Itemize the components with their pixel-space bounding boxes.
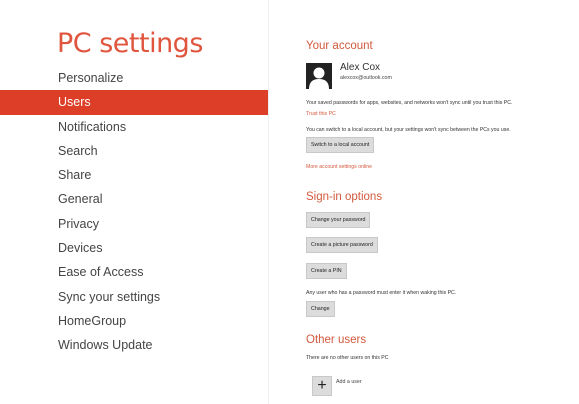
trust-pc-link[interactable]: Trust this PC xyxy=(306,111,336,117)
your-account-heading: Your account xyxy=(306,40,373,52)
trust-notice: Your saved passwords for apps, websites,… xyxy=(306,100,513,106)
sidebar-item-devices[interactable]: Devices xyxy=(0,236,268,260)
change-password-button[interactable]: Change your password xyxy=(306,212,371,228)
page-title: PC settings xyxy=(57,28,203,59)
add-user-plus-icon[interactable]: + xyxy=(312,376,332,396)
sidebar-item-windows-update[interactable]: Windows Update xyxy=(0,333,268,357)
sidebar-item-sync-settings[interactable]: Sync your settings xyxy=(0,285,268,309)
sidebar-item-general[interactable]: General xyxy=(0,187,268,211)
create-pin-button[interactable]: Create a PIN xyxy=(306,263,347,279)
local-account-notice: You can switch to a local account, but y… xyxy=(306,127,511,133)
add-user-label[interactable]: Add a user xyxy=(336,379,362,385)
sidebar-item-search[interactable]: Search xyxy=(0,139,268,163)
user-email: alexcox@outlook.com xyxy=(340,75,392,81)
sidebar-item-ease-of-access[interactable]: Ease of Access xyxy=(0,260,268,284)
sign-in-options-heading: Sign-in options xyxy=(306,191,383,203)
sidebar-item-privacy[interactable]: Privacy xyxy=(0,212,268,236)
user-avatar xyxy=(306,63,332,89)
sidebar-item-notifications[interactable]: Notifications xyxy=(0,115,268,139)
more-account-settings-link[interactable]: More account settings online xyxy=(306,164,372,170)
switch-local-account-button[interactable]: Switch to a local account xyxy=(306,137,375,153)
change-wake-setting-button[interactable]: Change xyxy=(306,301,335,317)
create-picture-password-button[interactable]: Create a picture password xyxy=(306,237,378,253)
other-users-heading: Other users xyxy=(306,334,367,346)
wake-password-notice: Any user who has a password must enter i… xyxy=(306,290,457,296)
sidebar-item-homegroup[interactable]: HomeGroup xyxy=(0,309,268,333)
sidebar-item-share[interactable]: Share xyxy=(0,163,268,187)
no-other-users-notice: There are no other users on this PC xyxy=(306,355,389,361)
user-silhouette-icon xyxy=(306,63,332,89)
sidebar: PC settings Personalize Users Notificati… xyxy=(0,0,269,404)
settings-nav: Personalize Users Notifications Search S… xyxy=(0,66,268,358)
sidebar-item-personalize[interactable]: Personalize xyxy=(0,66,268,90)
sidebar-item-users[interactable]: Users xyxy=(0,90,268,115)
users-panel: Your account Alex Cox alexcox@outlook.co… xyxy=(306,0,579,404)
user-name: Alex Cox xyxy=(340,62,381,73)
